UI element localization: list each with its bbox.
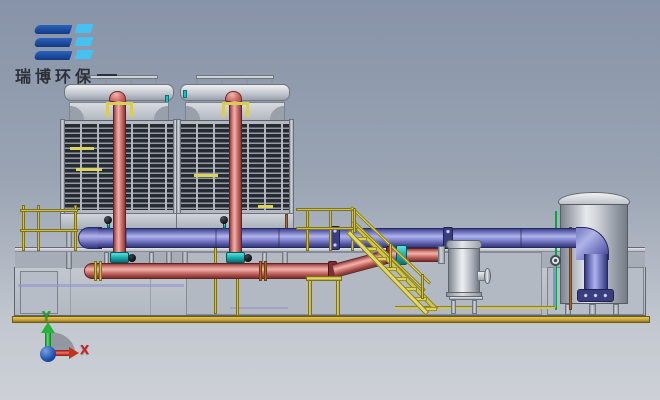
riser1-yellow-bracket (106, 102, 133, 117)
z-axis-origin-ball (40, 346, 56, 362)
purple-downcomer (584, 254, 608, 292)
riser1-valve (110, 252, 129, 263)
vent-valve-ball-1 (104, 216, 112, 224)
tower2-teal-accent (183, 90, 187, 98)
logo-text-flourish (97, 74, 117, 76)
pipe-stand-leg-2 (336, 280, 340, 316)
red-pipe-copper-flange-2 (264, 261, 267, 281)
tower2-column-left (176, 119, 181, 215)
vessel-leg-1 (451, 300, 456, 314)
tower1-louver-mark-2 (76, 168, 102, 171)
vessel-nozzle-flange (484, 268, 491, 284)
logo-bar-dark-2 (34, 38, 73, 47)
axis-triad: Y X (30, 305, 100, 365)
purple-pipe-seam-4 (520, 229, 522, 247)
inline-filter-vessel (448, 248, 480, 294)
riser2-valve-handle (244, 254, 252, 262)
instrument-symbol (550, 255, 561, 266)
vessel-bottom-ring (446, 292, 482, 297)
red-return-pipe (93, 263, 332, 279)
brand-logo: 瑞博环保 (15, 25, 135, 85)
tower1-louver-mark-1 (70, 147, 94, 150)
tower1-column-left (60, 119, 65, 215)
stair-rail-post-1 (353, 208, 356, 233)
logo-bar-light-2 (75, 37, 94, 46)
red-pipe-gold-flange-2 (99, 261, 102, 281)
small-bore-purple-drop (553, 266, 556, 308)
purple-bottom-flange (577, 289, 614, 302)
riser1-valve-handle (128, 254, 136, 262)
cad-viewport: Y X 瑞博环保 (0, 0, 660, 400)
logo-bar-dark-1 (34, 25, 73, 34)
red-riser-pipe-2 (229, 101, 242, 253)
logo-text: 瑞博环保 (15, 63, 95, 87)
stair-rail-post-2 (389, 243, 392, 268)
logo-bar-dark-3 (34, 51, 73, 60)
tank-leg-2 (589, 304, 596, 315)
vessel-inlet-flange (438, 246, 445, 264)
riser2-valve (226, 252, 245, 263)
tower2-column-right (289, 119, 294, 215)
y-axis-arrowhead (41, 322, 55, 333)
red-pipe-copper-flange-1 (259, 261, 262, 281)
logo-bar-light-3 (75, 50, 94, 59)
x-axis-shaft (54, 350, 69, 356)
left-rail-mid (20, 229, 78, 232)
logo-icon (35, 25, 95, 61)
purple-pipe-seam-3 (278, 229, 280, 247)
red-riser-pipe-1 (113, 101, 126, 253)
riser2-yellow-bracket (222, 102, 249, 117)
y-axis-label: Y (42, 310, 51, 322)
vent-valve-ball-2 (220, 216, 228, 224)
tower2-louver-mark-2 (258, 205, 273, 208)
left-rail-top (20, 209, 78, 212)
tank-leg-3 (613, 304, 619, 315)
base-gold-strip (12, 316, 650, 323)
logo-bar-light-1 (75, 24, 94, 33)
red-pipe-gold-flange-1 (94, 261, 97, 281)
vessel-leg-2 (472, 300, 477, 314)
purple-pipe-seam-2 (215, 229, 217, 247)
x-axis-label: X (80, 344, 89, 356)
stair-rail-post-3 (421, 274, 424, 299)
x-axis-arrowhead (69, 347, 79, 359)
hidden-pipe-left (18, 284, 184, 287)
walkway-rail-top (296, 208, 356, 211)
tower2-louver-mark-1 (194, 174, 218, 177)
walkway-rail-mid (296, 227, 356, 230)
pipe-stand-leg-1 (308, 280, 312, 316)
